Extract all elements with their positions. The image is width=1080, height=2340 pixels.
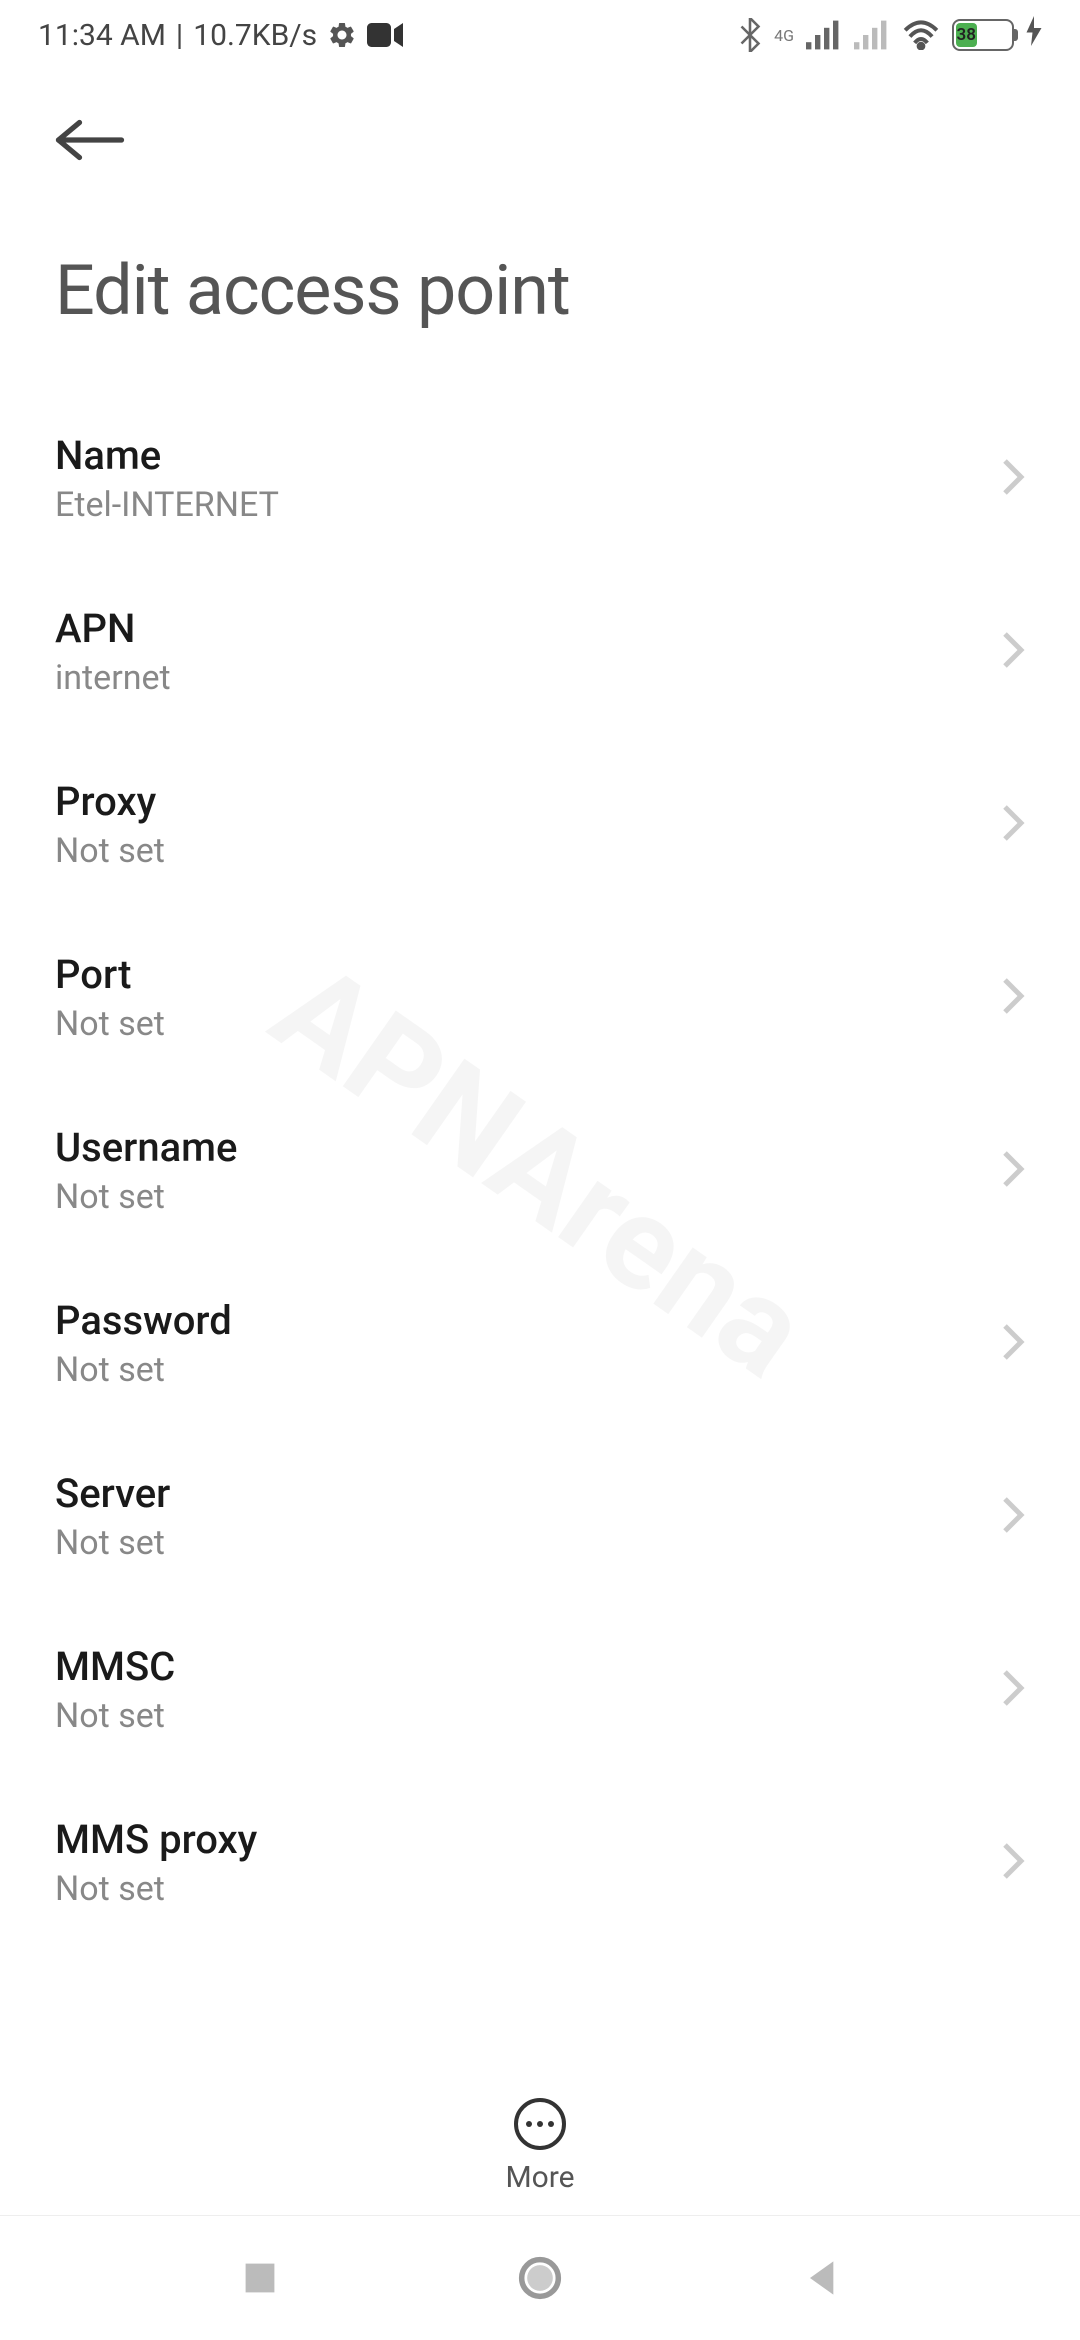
status-separator: |: [176, 18, 183, 53]
chevron-right-icon: [1001, 803, 1025, 847]
network-type-label: 4G: [774, 26, 794, 45]
setting-text: Name Etel-INTERNET: [55, 432, 279, 525]
setting-item-username[interactable]: Username Not set: [55, 1084, 1025, 1257]
setting-label: APN: [55, 605, 171, 652]
circle-icon: [518, 2256, 562, 2300]
setting-value: Not set: [55, 1696, 175, 1736]
bluetooth-icon: [738, 18, 762, 52]
setting-text: Port Not set: [55, 951, 165, 1044]
signal-icon-1: [806, 20, 842, 50]
setting-item-mms-proxy[interactable]: MMS proxy Not set: [55, 1776, 1025, 1949]
setting-text: MMSC Not set: [55, 1643, 175, 1736]
setting-value: Not set: [55, 1350, 232, 1390]
chevron-right-icon: [1001, 457, 1025, 501]
bottom-toolbar: More: [0, 2078, 1080, 2215]
setting-value: Not set: [55, 831, 165, 871]
setting-label: Proxy: [55, 778, 165, 825]
nav-bar: [0, 2215, 1080, 2340]
setting-text: Username Not set: [55, 1124, 237, 1217]
battery-icon: 38: [952, 19, 1014, 51]
nav-back-button[interactable]: [796, 2254, 844, 2302]
square-icon: [242, 2260, 278, 2296]
chevron-right-icon: [1001, 1668, 1025, 1712]
status-speed: 10.7KB/s: [193, 18, 317, 53]
setting-value: Not set: [55, 1523, 170, 1563]
setting-text: MMS proxy Not set: [55, 1816, 257, 1909]
chevron-right-icon: [1001, 1149, 1025, 1193]
setting-value: Etel-INTERNET: [55, 485, 279, 525]
more-icon: [514, 2098, 566, 2150]
chevron-right-icon: [1001, 630, 1025, 674]
setting-label: MMS proxy: [55, 1816, 257, 1863]
setting-label: Server: [55, 1470, 170, 1517]
setting-label: Port: [55, 951, 165, 998]
signal-icon-2: [854, 20, 890, 50]
page-title: Edit access point: [55, 250, 1025, 332]
triangle-left-icon: [802, 2258, 838, 2298]
chevron-right-icon: [1001, 1841, 1025, 1885]
status-time: 11:34 AM: [38, 18, 166, 53]
battery-level: 38: [956, 23, 977, 47]
setting-item-port[interactable]: Port Not set: [55, 911, 1025, 1084]
setting-label: Username: [55, 1124, 237, 1171]
setting-text: APN internet: [55, 605, 171, 698]
video-icon: [367, 22, 403, 48]
status-bar: 11:34 AM | 10.7KB/s 4G 38: [0, 0, 1080, 70]
setting-value: internet: [55, 658, 171, 698]
setting-label: Name: [55, 432, 279, 479]
settings-list: Name Etel-INTERNET APN internet Proxy No…: [0, 392, 1080, 2192]
setting-text: Proxy Not set: [55, 778, 165, 871]
status-left: 11:34 AM | 10.7KB/s: [38, 18, 403, 53]
setting-item-mmsc[interactable]: MMSC Not set: [55, 1603, 1025, 1776]
setting-value: Not set: [55, 1869, 257, 1909]
setting-item-server[interactable]: Server Not set: [55, 1430, 1025, 1603]
setting-value: Not set: [55, 1004, 165, 1044]
setting-item-apn[interactable]: APN internet: [55, 565, 1025, 738]
setting-item-name[interactable]: Name Etel-INTERNET: [55, 392, 1025, 565]
arrow-left-icon: [55, 115, 125, 165]
setting-text: Password Not set: [55, 1297, 232, 1390]
setting-text: Server Not set: [55, 1470, 170, 1563]
chevron-right-icon: [1001, 976, 1025, 1020]
setting-label: MMSC: [55, 1643, 175, 1690]
more-button[interactable]: More: [505, 2098, 574, 2195]
setting-item-proxy[interactable]: Proxy Not set: [55, 738, 1025, 911]
gear-icon: [327, 20, 357, 50]
charging-icon: [1026, 16, 1042, 54]
wifi-icon: [902, 20, 940, 50]
nav-recent-button[interactable]: [236, 2254, 284, 2302]
header: Edit access point: [0, 70, 1080, 332]
nav-home-button[interactable]: [516, 2254, 564, 2302]
chevron-right-icon: [1001, 1322, 1025, 1366]
setting-label: Password: [55, 1297, 232, 1344]
setting-value: Not set: [55, 1177, 237, 1217]
chevron-right-icon: [1001, 1495, 1025, 1539]
status-right: 4G 38: [738, 16, 1042, 54]
setting-item-password[interactable]: Password Not set: [55, 1257, 1025, 1430]
more-label: More: [505, 2160, 574, 2195]
back-button[interactable]: [55, 100, 135, 180]
